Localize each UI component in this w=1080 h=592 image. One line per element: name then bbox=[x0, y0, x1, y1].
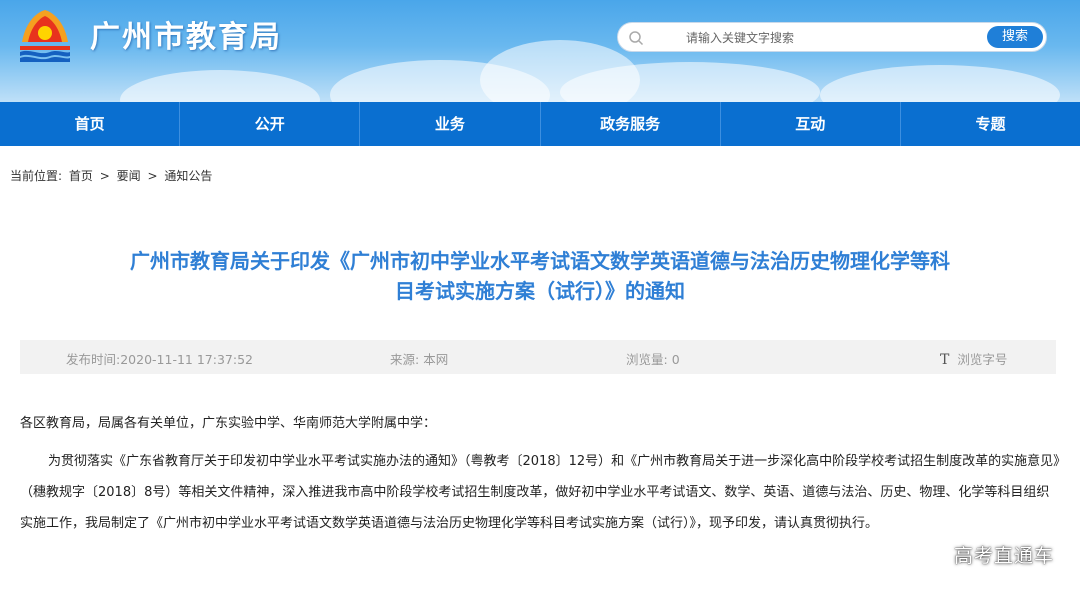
views-value: 0 bbox=[671, 352, 680, 367]
search-bar: 搜索 bbox=[617, 22, 1047, 52]
publish-time-label: 发布时间: bbox=[66, 352, 121, 367]
site-header: 广州市教育局 搜索 bbox=[0, 0, 1080, 102]
nav-item-topics[interactable]: 专题 bbox=[901, 102, 1080, 146]
font-size-icon[interactable]: T bbox=[940, 352, 949, 368]
search-icon bbox=[629, 31, 644, 46]
nav-item-interaction[interactable]: 互动 bbox=[721, 102, 901, 146]
main-nav: 首页 公开 业务 政务服务 互动 专题 bbox=[0, 102, 1080, 146]
nav-item-government-services[interactable]: 政务服务 bbox=[541, 102, 721, 146]
breadcrumb-separator: > bbox=[147, 169, 158, 183]
nav-item-business[interactable]: 业务 bbox=[360, 102, 541, 146]
font-size-control[interactable]: T 浏览字号 bbox=[940, 349, 1007, 368]
font-size-label[interactable]: 浏览字号 bbox=[957, 352, 1007, 367]
breadcrumb-link-news[interactable]: 要闻 bbox=[117, 169, 141, 183]
article-meta-bar: 发布时间:2020-11-11 17:37:52 来源: 本网 浏览量: 0 T… bbox=[20, 340, 1056, 374]
nav-item-public[interactable]: 公开 bbox=[180, 102, 361, 146]
article-paragraph: 为贯彻落实《广东省教育厅关于印发初中学业水平考试实施办法的通知》（粤教考〔201… bbox=[20, 454, 1060, 531]
views-label: 浏览量: bbox=[626, 352, 668, 367]
article-body: 各区教育局，局属各有关单位，广东实验中学、华南师范大学附属中学： 为贯彻落实《广… bbox=[20, 410, 1060, 539]
publish-time: 发布时间:2020-11-11 17:37:52 bbox=[66, 349, 253, 368]
watermark: 高考直通车 bbox=[953, 545, 1054, 567]
publish-time-value: 2020-11-11 17:37:52 bbox=[120, 352, 253, 367]
source-label: 来源: bbox=[390, 352, 420, 367]
breadcrumb-separator: > bbox=[99, 169, 110, 183]
breadcrumb-link-home[interactable]: 首页 bbox=[69, 169, 93, 183]
breadcrumb-link-notices[interactable]: 通知公告 bbox=[164, 169, 212, 183]
breadcrumb: 当前位置: 首页 > 要闻 > 通知公告 bbox=[10, 167, 215, 184]
view-count: 浏览量: 0 bbox=[626, 349, 680, 368]
article-title-line2: 目考试实施方案（试行）》的通知 bbox=[395, 279, 685, 303]
source-value: 本网 bbox=[423, 352, 449, 367]
source: 来源: 本网 bbox=[390, 349, 448, 368]
education-bureau-logo[interactable] bbox=[14, 6, 76, 64]
article-title: 广州市教育局关于印发《广州市初中学业水平考试语文数学英语道德与法治历史物理化学等… bbox=[60, 246, 1020, 306]
article-salutation: 各区教育局，局属各有关单位，广东实验中学、华南师范大学附属中学： bbox=[20, 416, 437, 431]
cloud-decoration bbox=[820, 65, 1060, 102]
cloud-decoration bbox=[120, 70, 320, 102]
breadcrumb-prefix: 当前位置: bbox=[10, 169, 63, 183]
search-input[interactable] bbox=[650, 26, 990, 50]
site-title[interactable]: 广州市教育局 bbox=[90, 12, 282, 56]
article-title-line1: 广州市教育局关于印发《广州市初中学业水平考试语文数学英语道德与法治历史物理化学等… bbox=[130, 249, 950, 273]
search-button[interactable]: 搜索 bbox=[987, 26, 1043, 48]
nav-item-home[interactable]: 首页 bbox=[0, 102, 181, 146]
